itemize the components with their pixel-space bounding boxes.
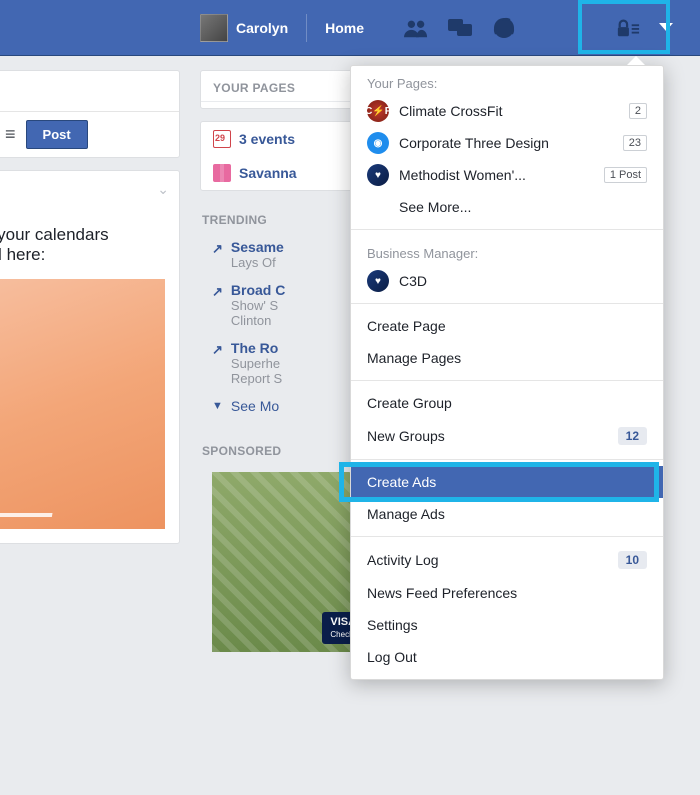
page-icon: ◉ — [367, 132, 389, 154]
see-more-trending[interactable]: See Mo — [231, 398, 279, 414]
news-feed-preferences[interactable]: News Feed Preferences — [351, 577, 663, 609]
story-text-line: lark your calendars — [0, 225, 165, 245]
privacy-shortcuts-icon[interactable] — [616, 16, 640, 40]
birthday-link[interactable]: Savanna — [239, 165, 297, 181]
log-out[interactable]: Log Out — [351, 641, 663, 673]
story-text-line: kend here: — [0, 245, 165, 265]
page-item-corporate-three[interactable]: ◉ Corporate Three Design 23 — [351, 127, 663, 159]
stack-icon[interactable]: ≡ — [5, 124, 16, 145]
account-dropdown: Your Pages: C⚡F Climate CrossFit 2 ◉ Cor… — [350, 65, 664, 680]
user-name: Carolyn — [236, 20, 288, 36]
dropdown-pointer — [627, 56, 645, 65]
divider — [306, 14, 307, 42]
manage-ads[interactable]: Manage Ads — [351, 498, 663, 530]
profile-link[interactable]: Carolyn — [190, 14, 298, 42]
dropdown-section-label: Business Manager: — [351, 236, 663, 265]
create-group[interactable]: Create Group — [351, 387, 663, 419]
post-button[interactable]: Post — [26, 120, 88, 149]
page-icon: C⚡F — [367, 100, 389, 122]
create-page[interactable]: Create Page — [351, 310, 663, 342]
composer-card: s ▾ ≡ Post — [0, 70, 180, 158]
page-icon: ♥ — [367, 164, 389, 186]
story-image[interactable] — [0, 279, 165, 529]
top-nav: Carolyn Home — [0, 0, 700, 56]
create-ads[interactable]: Create Ads — [351, 466, 663, 498]
page-badge: 1 Post — [604, 167, 647, 183]
manage-pages[interactable]: Manage Pages — [351, 342, 663, 374]
story-options-chevron-icon[interactable]: ⌄ — [157, 181, 169, 198]
trending-subtitle: Lays Of — [231, 255, 284, 270]
page-name: Methodist Women'... — [399, 167, 594, 183]
events-link[interactable]: 3 events — [239, 131, 295, 147]
notifications-icon[interactable] — [492, 16, 516, 40]
home-link[interactable]: Home — [315, 20, 374, 36]
trending-topic[interactable]: The Ro — [231, 340, 282, 356]
trending-subtitle: Clinton — [231, 313, 285, 328]
business-name: C3D — [399, 273, 647, 289]
count-badge: 12 — [618, 427, 647, 445]
page-name: Corporate Three Design — [399, 135, 613, 151]
trending-subtitle: Report S — [231, 371, 282, 386]
settings[interactable]: Settings — [351, 609, 663, 641]
gift-icon — [213, 164, 231, 182]
count-badge: 10 — [618, 551, 647, 569]
page-item-climate-crossfit[interactable]: C⚡F Climate CrossFit 2 — [351, 95, 663, 127]
trending-topic[interactable]: Broad C — [231, 282, 285, 298]
chevron-down-icon: ▼ — [212, 400, 223, 412]
trending-topic[interactable]: Sesame — [231, 239, 284, 255]
messages-icon[interactable] — [448, 16, 472, 40]
trending-icon: ↗ — [212, 284, 223, 328]
trending-subtitle: Superhe — [231, 356, 282, 371]
page-badge: 2 — [629, 103, 647, 119]
activity-log[interactable]: Activity Log 10 — [351, 543, 663, 577]
dropdown-section-label: Your Pages: — [351, 66, 663, 95]
feed-story-card: ⌄ lark your calendars kend here: — [0, 170, 180, 544]
page-icon: ♥ — [367, 270, 389, 292]
see-more-pages[interactable]: See More... — [351, 191, 663, 223]
trending-icon: ↗ — [212, 342, 223, 386]
new-groups[interactable]: New Groups 12 — [351, 419, 663, 453]
avatar — [200, 14, 228, 42]
trending-icon: ↗ — [212, 241, 223, 270]
business-manager-item[interactable]: ♥ C3D — [351, 265, 663, 297]
trending-subtitle: Show' S — [231, 298, 285, 313]
friend-requests-icon[interactable] — [404, 16, 428, 40]
page-badge: 23 — [623, 135, 647, 151]
calendar-icon — [213, 130, 231, 148]
account-menu-caret-icon[interactable] — [654, 16, 678, 40]
page-item-methodist-women[interactable]: ♥ Methodist Women'... 1 Post — [351, 159, 663, 191]
page-name: Climate CrossFit — [399, 103, 619, 119]
